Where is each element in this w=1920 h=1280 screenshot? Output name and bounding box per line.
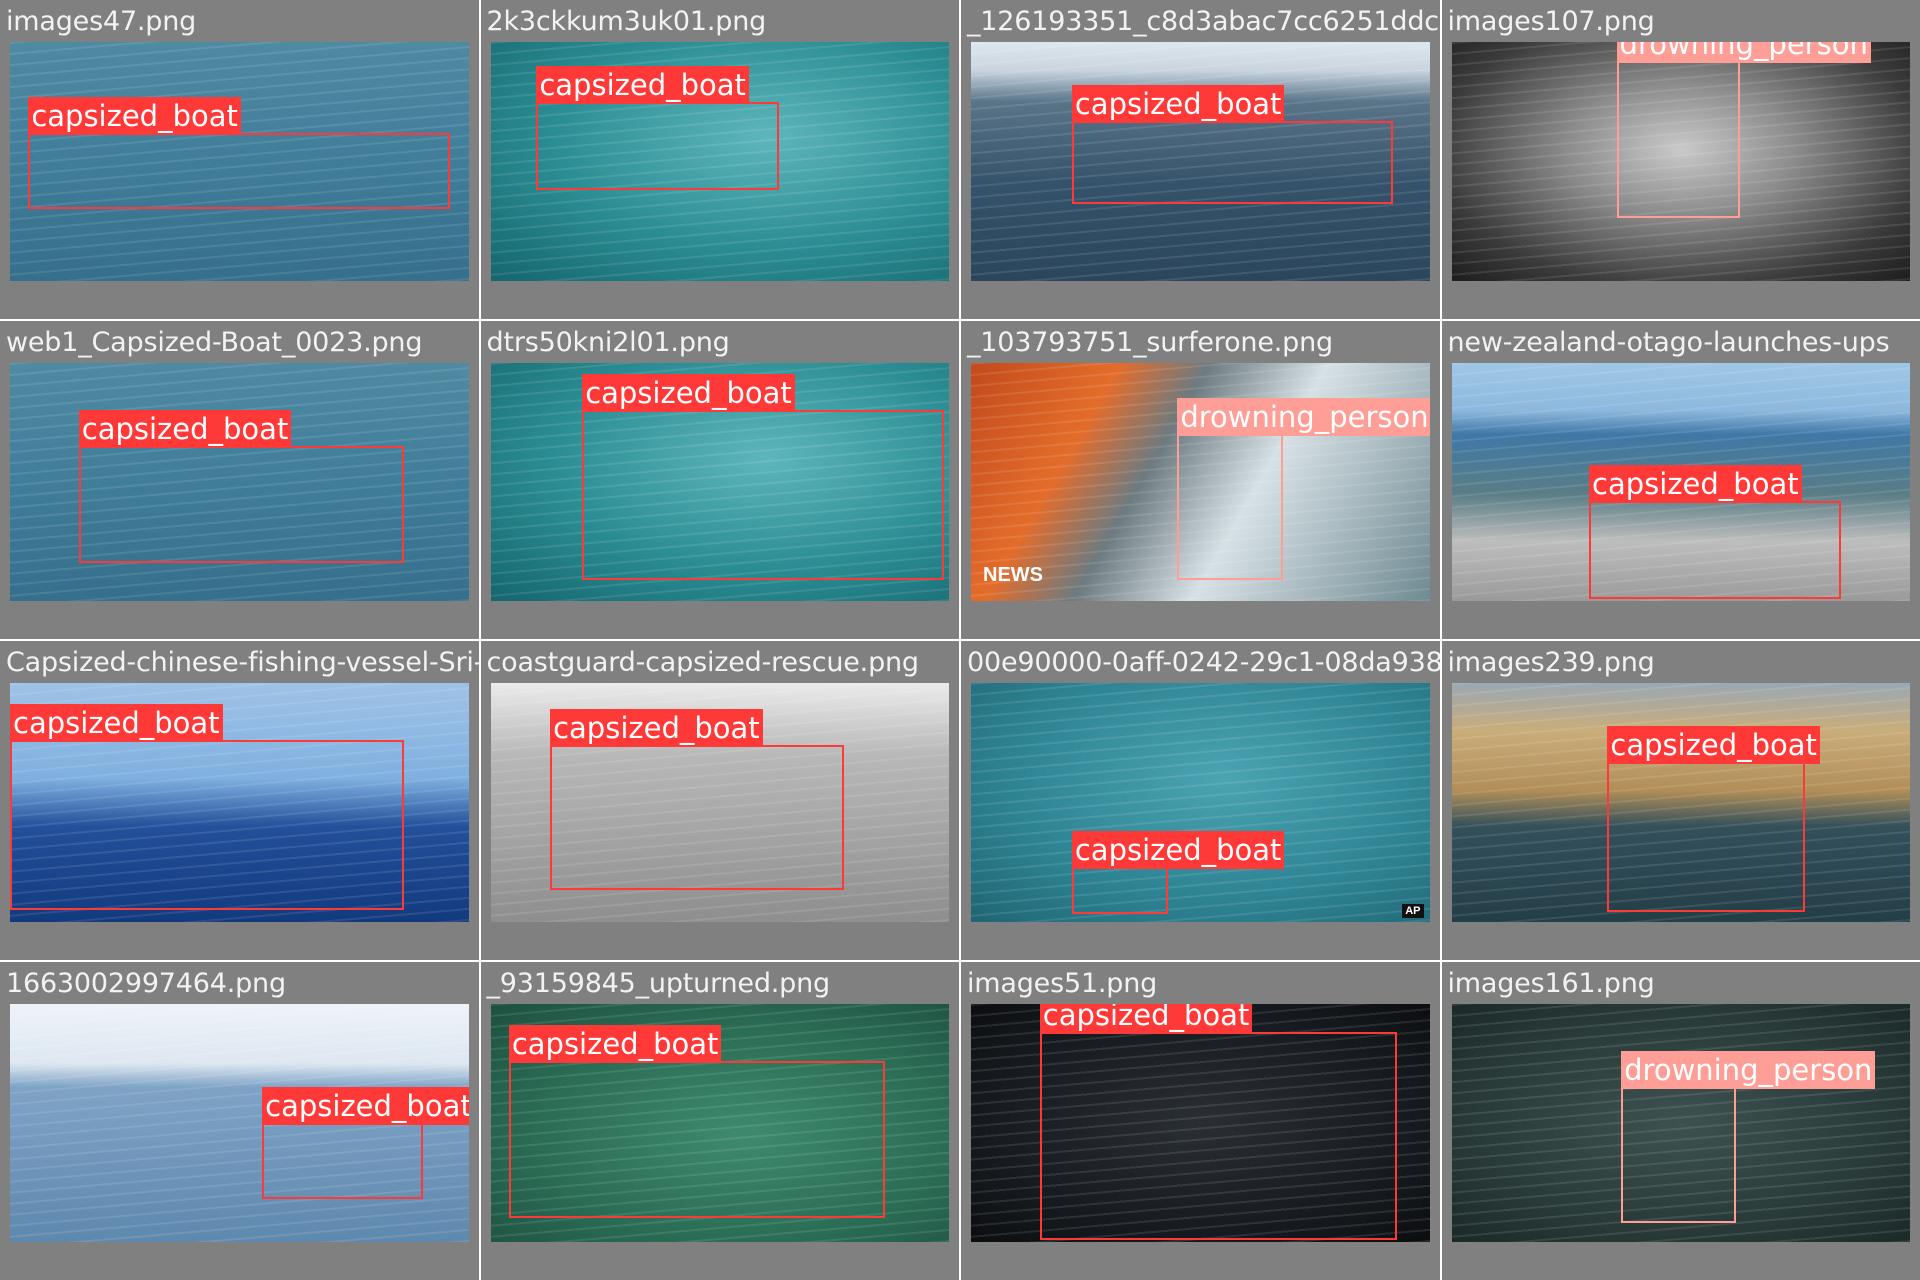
watermark-text: AP: [1402, 903, 1424, 918]
bounding-box-capsized-boat: capsized_boat: [1589, 464, 1842, 599]
detection-class-label: capsized_boat: [508, 1024, 722, 1063]
bounding-box-capsized-boat: capsized_boat: [536, 65, 780, 190]
image-filename: _103793751_surferone.png: [967, 326, 1333, 358]
thumbnail-image: capsized_boat: [10, 683, 469, 922]
image-filename: images161.png: [1447, 967, 1655, 999]
result-tile: capsized_boat dtrs50kni2l01.png: [480, 320, 959, 639]
detection-results-grid: capsized_boat images47.png capsized_boat 2k…: [0, 0, 1920, 1280]
bounding-box-drowning-person: drowning_person: [1616, 42, 1871, 219]
bounding-box-capsized-boat: capsized_boat: [550, 709, 844, 891]
thumbnail-image: capsized_boat: [490, 683, 949, 922]
thumbnail-image: capsized_boat: [490, 1003, 949, 1242]
detection-class-label: capsized_boat: [1039, 1003, 1253, 1035]
thumbnail-image: capsized_boat: [10, 1003, 469, 1242]
result-tile: capsized_boat _126193351_c8d3abac7cc6251d…: [961, 0, 1440, 319]
bounding-box-capsized-boat: capsized_boat: [78, 409, 405, 563]
image-filename: images47.png: [6, 6, 197, 37]
image-filename: _126193351_c8d3abac7cc6251ddc8797d1767c4…: [967, 6, 1440, 37]
detection-class-label: capsized_boat: [1071, 84, 1285, 123]
detection-class-label: capsized_boat: [550, 709, 763, 747]
image-filename: _93159845_upturned.png: [486, 967, 831, 999]
result-tile: drowning_person images107.png: [1441, 0, 1920, 319]
watermark-text: NEWS: [983, 564, 1043, 586]
wave-texture: [971, 683, 1430, 922]
thumbnail-image: capsized_boat: [971, 1003, 1430, 1242]
result-tile: capsized_boat images239.png: [1441, 641, 1920, 960]
image-filename: 1663002997464.png: [6, 967, 286, 999]
detection-class-label: capsized_boat: [1071, 830, 1285, 869]
thumbnail-image: drowning_person: [1451, 1003, 1910, 1242]
detection-class-label: drowning_person: [1621, 1050, 1876, 1089]
detection-class-label: drowning_person: [1616, 42, 1871, 64]
detection-class-label: capsized_boat: [262, 1086, 469, 1125]
detection-class-label: capsized_boat: [536, 65, 749, 104]
image-filename: 00e90000-0aff-0242-29c1-08da9383a299_w40: [967, 647, 1440, 678]
bounding-box-capsized-boat: capsized_boat: [1071, 84, 1393, 205]
detection-class-label: capsized_boat: [78, 409, 292, 448]
result-tile: AP capsized_boat 00e90000-0aff-0242-29c1-0…: [961, 641, 1440, 960]
result-tile: capsized_boat _93159845_upturned.png: [480, 961, 959, 1280]
thumbnail-image: capsized_boat: [490, 42, 949, 281]
bounding-box-capsized-boat: capsized_boat: [28, 96, 451, 209]
detection-class-label: capsized_boat: [28, 96, 241, 135]
detection-class-label: capsized_boat: [582, 374, 795, 413]
result-tile: capsized_boat web1_Capsized-Boat_0023.png: [0, 320, 479, 639]
result-tile: capsized_boat new-zealand-otago-launches-…: [1441, 320, 1920, 639]
result-tile: capsized_boat coastguard-capsized-rescue.…: [480, 641, 959, 960]
thumbnail-image: capsized_boat: [1451, 683, 1910, 922]
thumbnail-image: capsized_boat: [971, 42, 1430, 281]
thumbnail-image: NEWS drowning_person: [971, 362, 1430, 601]
thumbnail-image: drowning_person: [1451, 42, 1910, 281]
detection-class-label: capsized_boat: [1607, 725, 1820, 764]
thumbnail-image: AP capsized_boat: [971, 683, 1430, 922]
bounding-box-drowning-person: drowning_person: [1177, 398, 1430, 580]
result-tile: capsized_boat images51.png: [961, 961, 1440, 1280]
image-filename: images239.png: [1447, 647, 1655, 678]
bounding-box-capsized-boat: capsized_boat: [10, 704, 405, 910]
image-filename: 2k3ckkum3uk01.png: [486, 6, 767, 37]
thumbnail-image: capsized_boat: [10, 42, 469, 281]
image-filename: images51.png: [967, 967, 1158, 999]
result-tile: capsized_boat images47.png: [0, 0, 479, 319]
bounding-box-capsized-boat: capsized_boat: [1607, 725, 1820, 912]
bounding-box-capsized-boat: capsized_boat: [508, 1024, 885, 1219]
bounding-box-capsized-boat: capsized_boat: [262, 1086, 469, 1200]
detection-class-label: capsized_boat: [10, 704, 223, 743]
image-filename: new-zealand-otago-launches-ups: [1447, 326, 1890, 358]
bounding-box-capsized-boat: capsized_boat: [1071, 830, 1285, 915]
thumbnail-image: capsized_boat: [10, 362, 469, 601]
detection-class-label: drowning_person: [1177, 398, 1430, 437]
thumbnail-image: capsized_boat: [490, 362, 949, 601]
image-filename: web1_Capsized-Boat_0023.png: [6, 326, 423, 358]
bounding-box-capsized-boat: capsized_boat: [1039, 1003, 1398, 1240]
image-filename: images107.png: [1447, 6, 1655, 37]
image-filename: coastguard-capsized-rescue.png: [486, 647, 920, 678]
result-tile: capsized_boat 2k3ckkum3uk01.png: [480, 0, 959, 319]
thumbnail-image: capsized_boat: [1451, 362, 1910, 601]
detection-class-label: capsized_boat: [1589, 464, 1802, 503]
bounding-box-capsized-boat: capsized_boat: [582, 374, 945, 580]
bounding-box-drowning-person: drowning_person: [1621, 1050, 1876, 1223]
result-tile: NEWS drowning_person _103793751_surferone.…: [961, 320, 1440, 639]
result-tile: capsized_boat 1663002997464.png: [0, 961, 479, 1280]
image-filename: dtrs50kni2l01.png: [486, 326, 730, 358]
result-tile: capsized_boat Capsized-chinese-fishing-ve…: [0, 641, 479, 960]
result-tile: drowning_person images161.png: [1441, 961, 1920, 1280]
image-filename: Capsized-chinese-fishing-vessel-Sri-Lank…: [6, 647, 479, 678]
